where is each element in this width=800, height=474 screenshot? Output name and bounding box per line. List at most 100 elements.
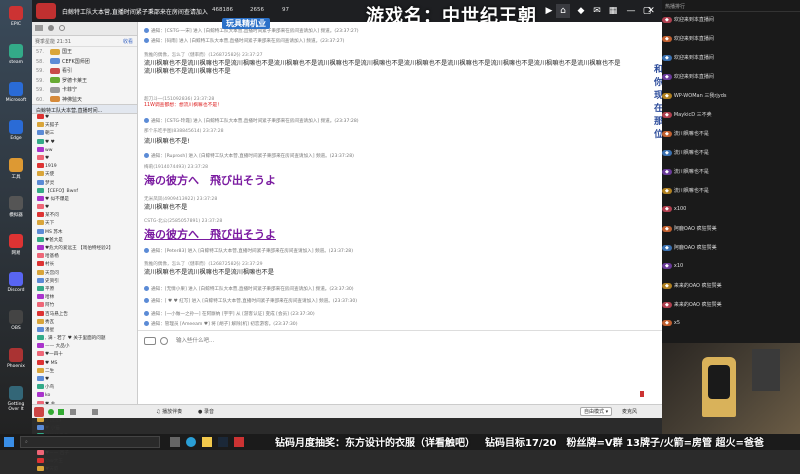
rank-item[interactable]: 58. CEFK国师团: [32, 57, 137, 67]
member-item[interactable]: ♥: [32, 114, 137, 122]
search-box[interactable]: ⌕: [20, 436, 160, 448]
notice-text: 通知：[CSTG-玲霞] 进入 [白鲸特工队大本营,直播时间紧子秉邵来在房间查请…: [151, 119, 359, 124]
desktop-icon[interactable]: 模拟器: [3, 196, 29, 226]
member-item[interactable]: ♥ ♥: [32, 138, 137, 147]
menu-icon[interactable]: [35, 25, 43, 31]
desktop-icon[interactable]: Edge: [3, 120, 29, 150]
member-item[interactable]: 平原: [32, 285, 137, 294]
message-input[interactable]: [176, 335, 636, 347]
mic-icon[interactable]: [48, 409, 54, 415]
member-item[interactable]: 梦灵: [32, 179, 137, 188]
list-icon[interactable]: [92, 409, 98, 415]
desktop-icon[interactable]: Microsoft: [3, 82, 29, 112]
settings-icon[interactable]: [58, 25, 65, 31]
mode-select[interactable]: 自由模式 ▾: [580, 407, 613, 416]
desktop-icon[interactable]: EPIC: [3, 6, 29, 36]
desktop-icon[interactable]: Phoenix: [3, 348, 29, 378]
emoji-icon[interactable]: [144, 337, 156, 345]
member-item[interactable]: 天下: [32, 220, 137, 228]
system-notice: 通知：[CSTG-一宋] 进入 [白鲸特工队大本营,直播时间紧子秉邵来在房间查请…: [144, 28, 622, 34]
steam-icon[interactable]: [218, 437, 228, 447]
member-item[interactable]: ♥爸大是: [32, 236, 137, 245]
discord-icon[interactable]: Discord: [3, 272, 29, 302]
member-item[interactable]: MS 苏木: [32, 228, 137, 237]
close-icon[interactable]: ✕: [644, 4, 658, 18]
rank-item[interactable]: 60. 神佛监天: [32, 95, 137, 105]
desktop-icon[interactable]: 工具: [3, 158, 29, 188]
desktop-icon[interactable]: OBS: [3, 310, 29, 340]
location-icon[interactable]: [47, 25, 54, 31]
member-item[interactable]: Yaw大王: [32, 457, 137, 466]
member-badge-icon: [37, 220, 44, 226]
grid-icon[interactable]: ▦: [606, 4, 620, 18]
video-icon[interactable]: ▶: [542, 4, 556, 18]
member-item[interactable]: ♥: [32, 154, 137, 163]
folder-icon[interactable]: [202, 437, 212, 447]
member-item[interactable]: ♥: [32, 376, 137, 384]
member-item[interactable]: ♥ 小猫: [32, 425, 137, 433]
gift-message: ◆ 阿鹿OAO 疯狂赞美: [662, 225, 800, 236]
member-item[interactable]: 1919: [32, 163, 137, 171]
desktop-icon[interactable]: 网易: [3, 234, 29, 264]
rank-item[interactable]: 59. 罗德卡莱王: [32, 76, 137, 86]
member-item[interactable]: ko: [32, 392, 137, 400]
member-badge-icon: [37, 236, 44, 242]
play-accompaniment-button[interactable]: ♫ 播放伴奏: [156, 408, 182, 415]
member-item[interactable]: ♥: [32, 204, 137, 212]
member-item[interactable]: 小鸟: [32, 384, 137, 392]
gift-icon: ◆: [662, 245, 672, 251]
member-item[interactable]: 哈林: [32, 294, 137, 302]
home-icon[interactable]: ⌂: [556, 4, 570, 18]
speaker-icon[interactable]: [58, 409, 64, 415]
rank-number: 59.: [36, 77, 44, 84]
member-item[interactable]: 某不问: [32, 212, 137, 220]
member-item[interactable]: 阿竹: [32, 302, 137, 310]
member-item[interactable]: 百马悬上告: [32, 310, 137, 319]
member-item[interactable]: —— 大品小: [32, 343, 137, 351]
member-item[interactable]: 秀瓦: [32, 318, 137, 327]
watch-link[interactable]: 收看: [123, 38, 133, 45]
game-icon[interactable]: ◆: [574, 4, 588, 18]
member-item[interactable]: , 满 - 若了 ♥ 关于里面的问题: [32, 335, 137, 343]
member-item[interactable]: ♥危大的爱远王 【戏伯特经验2】: [32, 245, 137, 253]
edge-icon[interactable]: [186, 437, 196, 447]
message-text: 海の彼方へ 飛び出そうよ: [144, 228, 276, 241]
desktop-icon[interactable]: steam: [3, 44, 29, 74]
record-button[interactable]: ● 录音: [198, 408, 214, 415]
member-item[interactable]: 哈基杨: [32, 253, 137, 261]
member-item[interactable]: 天宫问: [32, 269, 137, 278]
member-item[interactable]: 天狐子: [32, 122, 137, 130]
member-item[interactable]: ♥—— 西子: [32, 449, 137, 458]
member-item[interactable]: 二生: [32, 367, 137, 376]
member-item[interactable]: 天使: [32, 171, 137, 179]
member-name: ♥ MS: [45, 360, 58, 366]
member-item[interactable]: 朝三: [32, 130, 137, 138]
member-badge-icon: [37, 318, 44, 324]
settings-icon[interactable]: [70, 409, 76, 415]
member-item[interactable]: ♥ MS: [32, 359, 137, 368]
member-badge-icon: [37, 425, 44, 431]
channel-group[interactable]: 白鲸特工队大本营,直播时间...: [32, 104, 137, 114]
app-icon[interactable]: [234, 437, 244, 447]
member-item[interactable]: ww: [32, 146, 137, 155]
member-item[interactable]: 【CEFO】Bwnf: [32, 187, 137, 196]
rank-item[interactable]: 59. 卡菲宁: [32, 85, 137, 95]
taskview-icon[interactable]: [170, 437, 180, 447]
member-item[interactable]: 村长: [32, 261, 137, 269]
desktop-icon[interactable]: Getting Over It: [3, 386, 29, 416]
rank-item[interactable]: 57. 国王: [32, 47, 137, 57]
member-item[interactable]: 史资引: [32, 277, 137, 286]
start-icon[interactable]: [4, 437, 14, 447]
rank-item[interactable]: 59. 看引: [32, 66, 137, 76]
badge-icon: [50, 86, 60, 93]
user-avatar[interactable]: [34, 407, 44, 417]
system-notice: 通知：[无情小果] 进入 [白鲸特工队大本营,直播时间紧子秉邵来在房间查请加入]…: [144, 286, 622, 292]
member-item[interactable]: ♥天庭: [32, 466, 137, 474]
member-item[interactable]: ♥一四十: [32, 351, 137, 359]
member-item[interactable]: 潘星: [32, 326, 137, 335]
mention-icon[interactable]: [160, 337, 168, 345]
member-item[interactable]: (/ ﾟ□ﾟ): [32, 416, 137, 425]
chat-icon[interactable]: ✉: [590, 4, 604, 18]
minimize-icon[interactable]: —: [624, 4, 638, 18]
member-item[interactable]: ♥ 似不爆是: [32, 195, 137, 204]
